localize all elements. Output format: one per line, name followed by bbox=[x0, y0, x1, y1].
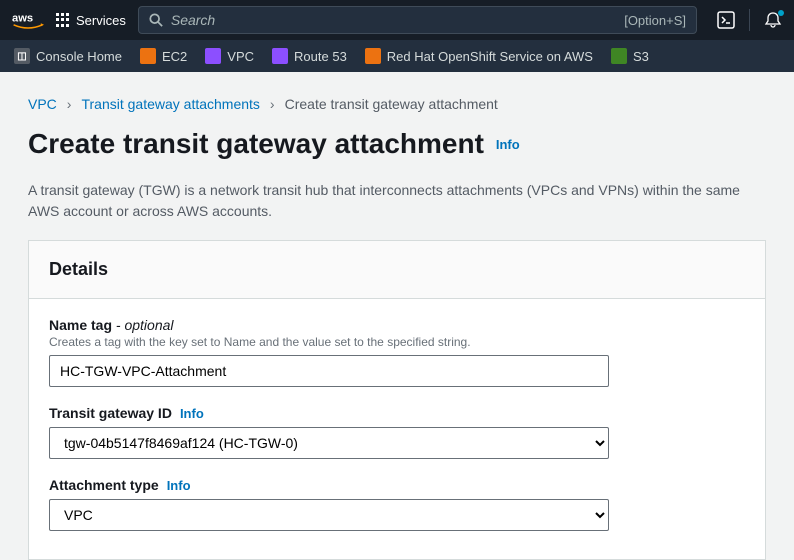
favorite-ec2[interactable]: EC2 bbox=[140, 48, 187, 64]
breadcrumb-current: Create transit gateway attachment bbox=[285, 96, 498, 112]
divider bbox=[749, 9, 750, 31]
details-panel: Details Name tag - optional Creates a ta… bbox=[28, 240, 766, 560]
secondary-nav: ◫ Console Home EC2 VPC Route 53 Red Hat … bbox=[0, 40, 794, 72]
info-link[interactable]: Info bbox=[167, 478, 191, 493]
nav-label: EC2 bbox=[162, 49, 187, 64]
panel-body: Name tag - optional Creates a tag with t… bbox=[29, 299, 765, 559]
aws-logo[interactable]: aws bbox=[12, 10, 44, 30]
service-icon bbox=[140, 48, 156, 64]
cube-icon: ◫ bbox=[14, 48, 30, 64]
grid-icon bbox=[56, 13, 70, 27]
page-description: A transit gateway (TGW) is a network tra… bbox=[0, 170, 794, 240]
services-button[interactable]: Services bbox=[56, 13, 126, 28]
notification-dot bbox=[778, 10, 784, 16]
search-shortcut: [Option+S] bbox=[624, 13, 686, 28]
search-box[interactable]: [Option+S] bbox=[138, 6, 697, 34]
favorite-s3[interactable]: S3 bbox=[611, 48, 649, 64]
page-header: Create transit gateway attachment Info bbox=[0, 120, 794, 170]
transit-gateway-select[interactable]: tgw-04b5147f8469af124 (HC-TGW-0) bbox=[49, 427, 609, 459]
optional-text: - optional bbox=[112, 317, 173, 333]
search-input[interactable] bbox=[171, 12, 616, 28]
page-title: Create transit gateway attachment bbox=[28, 128, 484, 159]
service-icon bbox=[365, 48, 381, 64]
field-label: Transit gateway ID bbox=[49, 405, 172, 421]
label-text: Name tag bbox=[49, 317, 112, 333]
bell-icon[interactable] bbox=[764, 11, 782, 29]
favorite-route53[interactable]: Route 53 bbox=[272, 48, 347, 64]
service-icon bbox=[611, 48, 627, 64]
attachment-type-select[interactable]: VPC bbox=[49, 499, 609, 531]
nav-label: Red Hat OpenShift Service on AWS bbox=[387, 49, 593, 64]
field-attachment-type: Attachment type Info VPC bbox=[49, 477, 745, 531]
info-link[interactable]: Info bbox=[180, 406, 204, 421]
chevron-right-icon: › bbox=[67, 96, 72, 112]
field-transit-gateway-id: Transit gateway ID Info tgw-04b5147f8469… bbox=[49, 405, 745, 459]
topnav: aws Services [Option+S] bbox=[0, 0, 794, 40]
favorite-console-home[interactable]: ◫ Console Home bbox=[14, 48, 122, 64]
field-help: Creates a tag with the key set to Name a… bbox=[49, 335, 745, 349]
topnav-right bbox=[709, 9, 782, 31]
service-icon bbox=[272, 48, 288, 64]
favorite-vpc[interactable]: VPC bbox=[205, 48, 254, 64]
favorite-rosa[interactable]: Red Hat OpenShift Service on AWS bbox=[365, 48, 593, 64]
nav-label: VPC bbox=[227, 49, 254, 64]
panel-title: Details bbox=[29, 241, 765, 299]
services-label: Services bbox=[76, 13, 126, 28]
field-label: Attachment type bbox=[49, 477, 159, 493]
field-label: Name tag - optional bbox=[49, 317, 745, 333]
breadcrumb-tgw-attachments[interactable]: Transit gateway attachments bbox=[81, 96, 259, 112]
service-icon bbox=[205, 48, 221, 64]
svg-text:aws: aws bbox=[12, 13, 33, 25]
chevron-right-icon: › bbox=[270, 96, 275, 112]
breadcrumb: VPC › Transit gateway attachments › Crea… bbox=[0, 72, 794, 120]
nav-label: Route 53 bbox=[294, 49, 347, 64]
cloudshell-icon[interactable] bbox=[717, 11, 735, 29]
breadcrumb-vpc[interactable]: VPC bbox=[28, 96, 57, 112]
field-name-tag: Name tag - optional Creates a tag with t… bbox=[49, 317, 745, 387]
nav-label: S3 bbox=[633, 49, 649, 64]
search-icon bbox=[149, 13, 163, 27]
name-tag-input[interactable] bbox=[49, 355, 609, 387]
nav-label: Console Home bbox=[36, 49, 122, 64]
info-link[interactable]: Info bbox=[496, 137, 520, 152]
